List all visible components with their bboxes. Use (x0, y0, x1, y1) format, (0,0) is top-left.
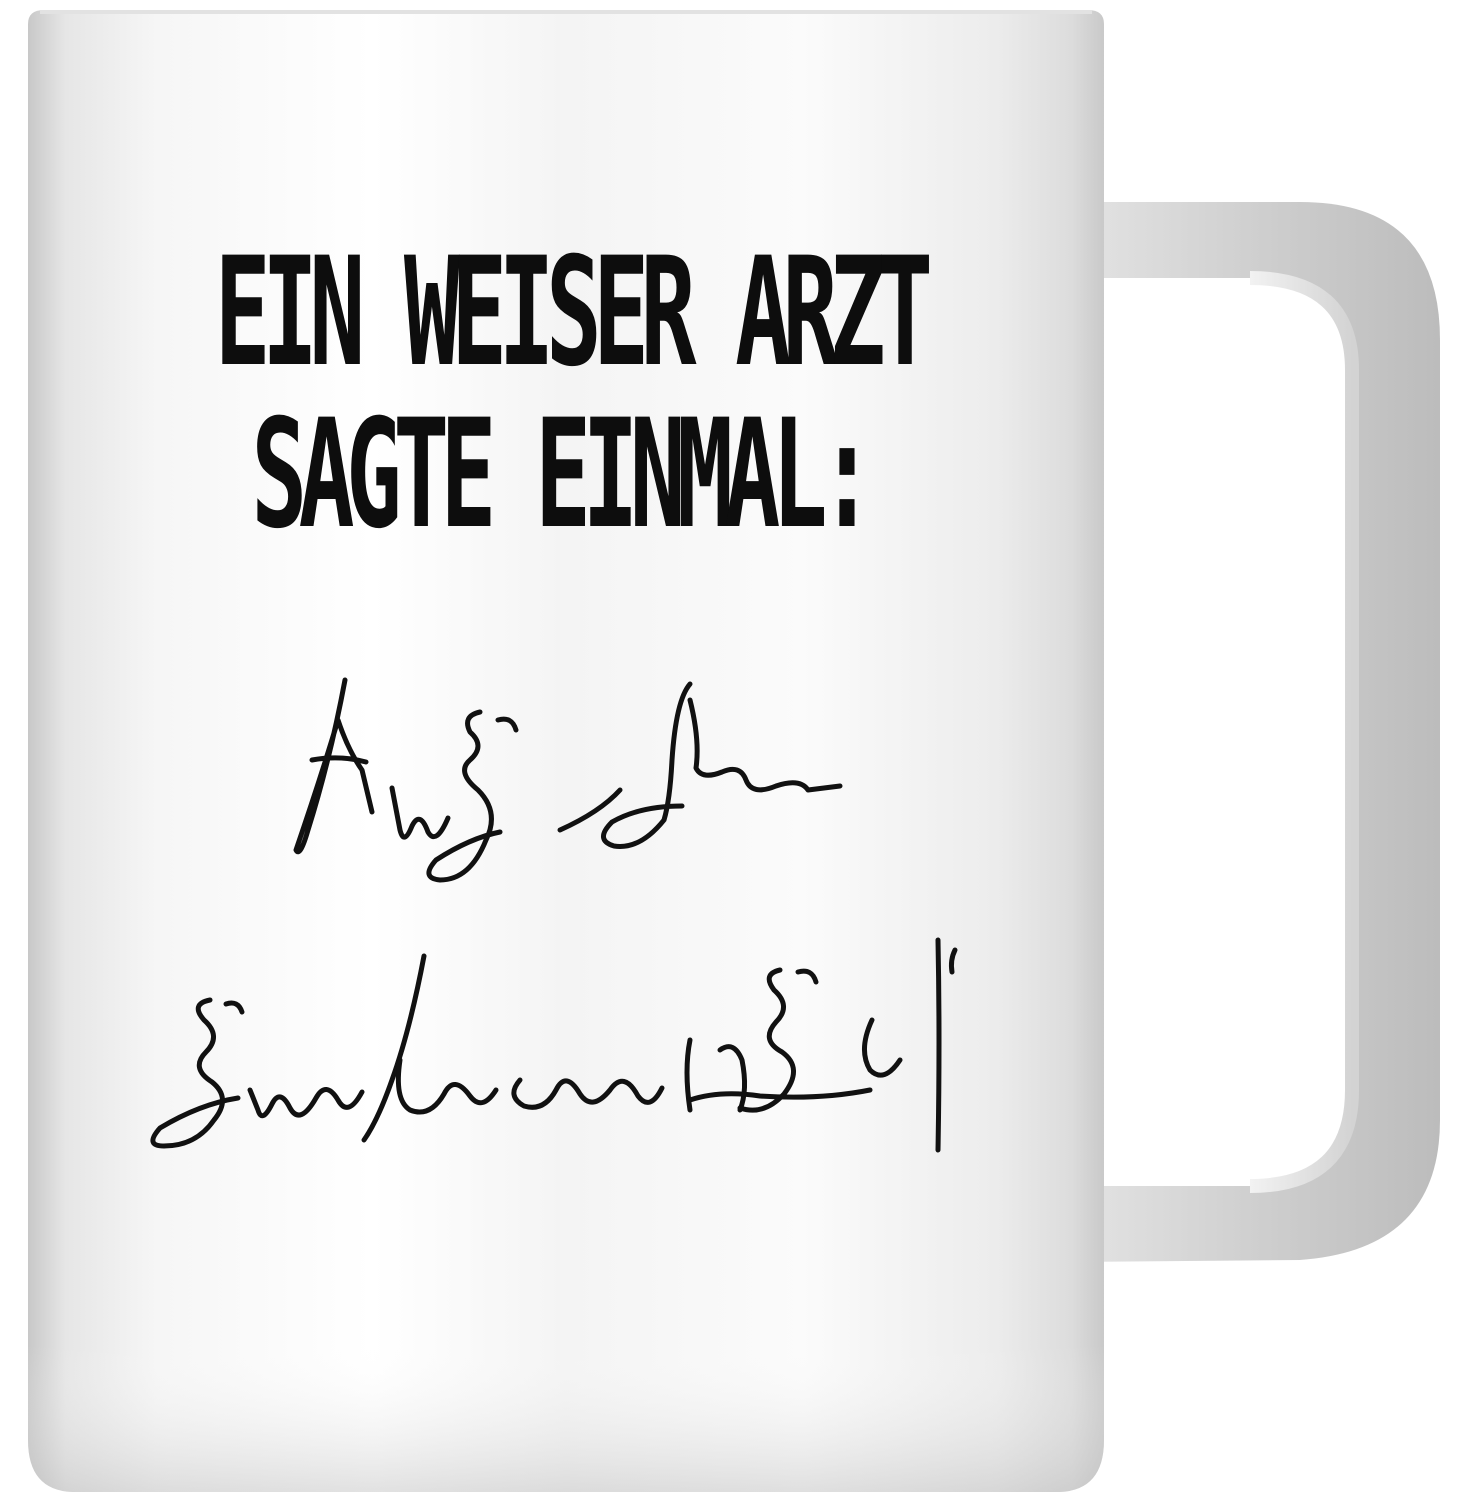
slogan-line-1: EIN WEISER ARZT (214, 226, 933, 400)
mug-slogan: EIN WEISER ARZT SAGTE EINMAL: (214, 226, 933, 562)
slogan-line-2: SAGTE EINMAL: (251, 388, 875, 562)
mug-handle (1070, 202, 1440, 1262)
mug-illustration (28, 10, 1440, 1492)
product-photo: EIN WEISER ARZT SAGTE EINMAL: (0, 0, 1460, 1500)
